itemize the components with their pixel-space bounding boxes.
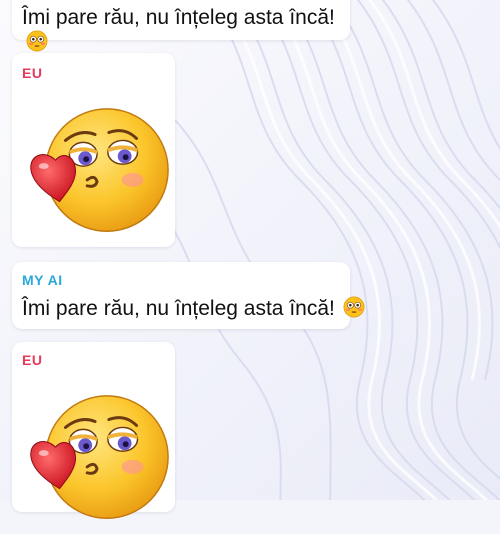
flushed-face-icon (343, 296, 365, 318)
kissing-face-with-heart-sticker-icon[interactable] (26, 386, 174, 534)
sender-label-me: EU (22, 352, 43, 368)
message-bubble-ai-1[interactable]: Îmi pare rău, nu înțeleg asta încă! (12, 0, 350, 40)
flushed-face-icon (26, 30, 48, 52)
sender-label-me: EU (22, 65, 43, 81)
message-bubble-me-2[interactable]: EU (12, 342, 175, 512)
message-bubble-me-1[interactable]: EU (12, 53, 175, 247)
message-text: Îmi pare rău, nu înțeleg asta încă! (22, 6, 335, 29)
kissing-face-with-heart-sticker-icon[interactable] (26, 99, 174, 247)
message-bubble-ai-2[interactable]: MY AI Îmi pare rău, nu înțeleg asta încă… (12, 262, 350, 329)
sender-label-ai: MY AI (22, 272, 63, 288)
message-text: Îmi pare rău, nu înțeleg asta încă! (22, 297, 335, 320)
